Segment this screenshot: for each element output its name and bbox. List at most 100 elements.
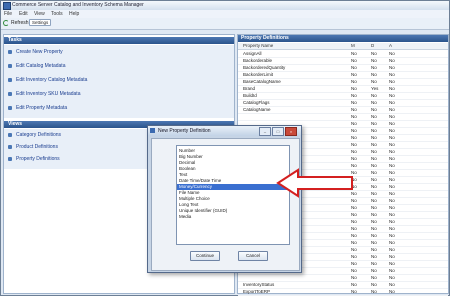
refresh-button[interactable]: Refresh (11, 20, 29, 26)
flag-cell: No (351, 254, 357, 259)
column-header-d[interactable]: D (371, 43, 374, 48)
flag-cell: No (371, 170, 377, 175)
property-type-label: Big Number (179, 154, 203, 159)
flag-cell: No (389, 254, 395, 259)
flag-cell: No (351, 51, 357, 56)
property-name-cell: Brand (243, 86, 256, 91)
property-name-cell: BuildId (243, 93, 257, 98)
flag-cell: No (389, 65, 395, 70)
task-create-new-property[interactable]: Create New Property (8, 49, 63, 55)
property-definitions-header: Property Definitions (238, 35, 448, 42)
view-label: Product Definitions (16, 144, 58, 150)
task-edit-catalog-metadata[interactable]: Edit Catalog Metadata (8, 63, 65, 69)
flag-cell: No (371, 191, 377, 196)
view-icon (8, 144, 12, 149)
maximize-button[interactable]: □ (272, 127, 284, 136)
flag-cell: No (351, 86, 357, 91)
property-name-cell: BaseCatalogName (243, 79, 281, 84)
view-icon (8, 156, 12, 161)
flag-cell: No (371, 275, 377, 280)
flag-cell: No (389, 135, 395, 140)
dialog-icon (150, 128, 155, 133)
property-type-list[interactable]: Number Big Number Decimal Boolean Text Date T… (176, 145, 290, 245)
flag-cell: No (371, 65, 377, 70)
flag-cell: No (351, 135, 357, 140)
flag-cell: No (351, 58, 357, 63)
flag-cell: No (389, 86, 395, 91)
flag-cell: No (371, 149, 377, 154)
table-row[interactable]: ExportToERP No No No (238, 288, 448, 296)
column-header-name[interactable]: Property Name (243, 43, 273, 48)
toolbar: Refresh Settings (1, 18, 449, 30)
flag-cell: No (371, 163, 377, 168)
menu-tools[interactable]: Tools (51, 11, 63, 17)
column-header-a[interactable]: A (389, 43, 392, 48)
flag-cell: No (389, 198, 395, 203)
flag-cell: No (389, 58, 395, 63)
tasks-section: Create New Property Edit Catalog Metadat… (4, 45, 234, 118)
flag-cell: No (351, 114, 357, 119)
menu-view[interactable]: View (34, 11, 45, 17)
flag-cell: No (371, 212, 377, 217)
flag-cell: No (389, 79, 395, 84)
flag-cell: No (371, 79, 377, 84)
task-arrow-icon (8, 63, 12, 68)
task-edit-property-metadata[interactable]: Edit Property Metadata (8, 105, 67, 111)
task-arrow-icon (8, 49, 12, 54)
flag-cell: No (389, 212, 395, 217)
continue-button[interactable]: Continue (190, 251, 220, 261)
flag-cell: No (371, 261, 377, 266)
flag-cell: No (351, 142, 357, 147)
property-name-cell: Backorderable (243, 58, 273, 63)
task-arrow-icon (8, 77, 12, 82)
flag-cell: No (389, 170, 395, 175)
flag-cell: No (371, 240, 377, 245)
cancel-button[interactable]: Cancel (238, 251, 268, 261)
property-type-label: Long Text (179, 202, 199, 207)
flag-cell: No (389, 107, 395, 112)
flag-cell: No (371, 219, 377, 224)
property-name-cell: BackorderLimit (243, 72, 274, 77)
view-product-definitions[interactable]: Product Definitions (8, 144, 58, 150)
flag-cell: No (389, 219, 395, 224)
flag-cell: No (389, 142, 395, 147)
property-type-label: Boolean (179, 166, 196, 171)
flag-cell: No (389, 72, 395, 77)
property-type-item[interactable]: Media (177, 214, 289, 220)
flag-cell: No (389, 289, 395, 294)
column-header-m[interactable]: M (351, 43, 355, 48)
view-property-definitions[interactable]: Property Definitions (8, 156, 60, 162)
settings-button[interactable]: Settings (29, 19, 52, 26)
flag-cell: No (351, 261, 357, 266)
property-definitions-title: Property Definitions (241, 35, 289, 41)
flag-cell: No (351, 93, 357, 98)
task-arrow-icon (8, 105, 12, 110)
task-edit-inventory-sku-metadata[interactable]: Edit Inventory SKU Metadata (8, 91, 80, 97)
view-category-definitions[interactable]: Category Definitions (8, 132, 61, 138)
menu-help[interactable]: Help (69, 11, 79, 17)
property-type-label: Decimal (179, 160, 196, 165)
flag-cell: No (351, 65, 357, 70)
task-label: Create New Property (16, 49, 63, 55)
new-property-dialog: New Property Definition – □ × Number Big … (147, 125, 302, 273)
menu-bar: File Edit View Tools Help (1, 10, 449, 18)
flag-cell: No (371, 51, 377, 56)
dialog-title-bar: New Property Definition – □ × (148, 126, 301, 136)
close-button[interactable]: × (285, 127, 297, 136)
flag-cell: No (371, 121, 377, 126)
flag-cell: No (389, 226, 395, 231)
menu-file[interactable]: File (4, 11, 12, 17)
flag-cell: No (371, 184, 377, 189)
flag-cell: No (389, 163, 395, 168)
tasks-header[interactable]: Tasks (4, 37, 234, 44)
task-label: Edit Inventory SKU Metadata (16, 91, 81, 97)
app-icon (3, 2, 11, 10)
menu-edit[interactable]: Edit (19, 11, 28, 17)
refresh-icon[interactable] (3, 20, 9, 26)
flag-cell: No (371, 226, 377, 231)
flag-cell: No (371, 233, 377, 238)
flag-cell: No (351, 72, 357, 77)
flag-cell: No (389, 233, 395, 238)
task-edit-inventory-catalog-metadata[interactable]: Edit Inventory Catalog Metadata (8, 77, 87, 83)
minimize-button[interactable]: – (259, 127, 271, 136)
